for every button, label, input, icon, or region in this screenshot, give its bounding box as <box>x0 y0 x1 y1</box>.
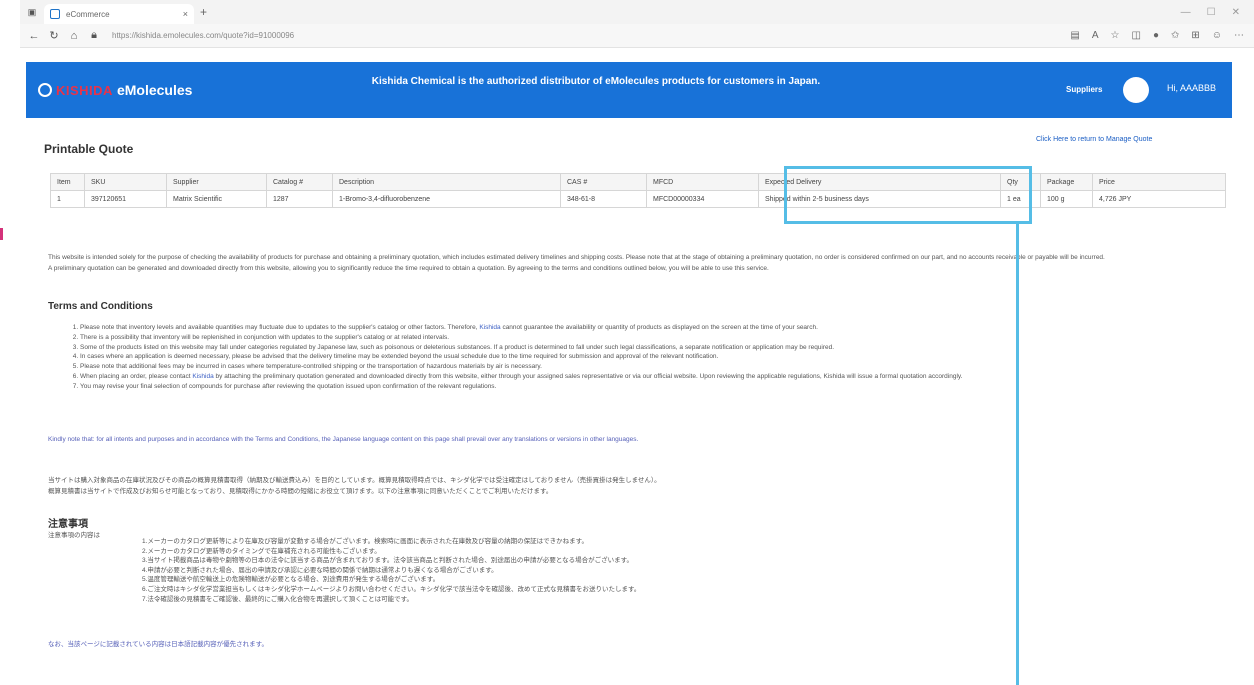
logo-brand: KISHIDA <box>56 82 113 98</box>
back-icon[interactable]: ← <box>26 30 42 42</box>
column-header-cas: CAS # <box>560 173 647 191</box>
lock-icon: 🔒︎ <box>91 29 97 41</box>
logo-product: eMolecules <box>116 82 193 98</box>
site-logo[interactable]: KISHIDA eMolecules <box>38 82 192 98</box>
tab-close-icon[interactable]: × <box>183 9 188 19</box>
column-header-sku: SKU <box>84 173 167 191</box>
favorites-icon[interactable]: ✩ <box>1171 30 1179 41</box>
profile-icon[interactable]: ☺ <box>1212 30 1222 41</box>
home-icon[interactable]: ⌂ <box>66 30 82 42</box>
close-window-icon[interactable]: ✕ <box>1232 7 1240 18</box>
japanese-terms-item: 4.申請が必要と判断された場合、届出の申請及び承認に必要な時間の関係で納期は通常… <box>142 566 498 574</box>
terms-item: In cases where an application is deemed … <box>80 352 1228 362</box>
japanese-terms-item: 5.温度管理輸送や航空輸送上の危険物輸送が必要となる場合、別途費用が発生する場合… <box>142 576 440 584</box>
address-bar: ← ↻ ⌂ 🔒︎ https://kishida.emolecules.com/… <box>20 24 1254 48</box>
intro-paragraph-2: A preliminary quotation can be generated… <box>48 265 769 272</box>
distributor-banner: Kishida Chemical is the authorized distr… <box>371 76 821 87</box>
terms-text: When placing an order, please contact <box>80 372 193 380</box>
cell-price: 4,726 JPY <box>1092 190 1226 208</box>
terms-list: Please note that inventory levels and av… <box>68 323 1228 392</box>
terms-heading: Terms and Conditions <box>48 301 153 312</box>
quote-table: Item SKU Supplier Catalog # Description … <box>50 173 1226 208</box>
column-header-supplier: Supplier <box>166 173 267 191</box>
highlight-box <box>784 166 1032 224</box>
terms-item: Some of the products listed on this webs… <box>80 343 1228 353</box>
left-edge-marker <box>0 228 3 240</box>
browser-toolbar: ▤ A ☆ ◫ ● ✩ ⊞ ☺ ⋯ <box>1070 30 1254 41</box>
window-controls: — ☐ ✕ <box>1181 7 1254 18</box>
japanese-terms-heading: 注意事項 <box>48 519 88 530</box>
column-header-mfcd: MFCD <box>646 173 759 191</box>
new-tab-button[interactable]: + <box>200 5 207 19</box>
tab-favicon-icon <box>50 9 60 19</box>
japanese-intro: 当サイトは購入対象商品の在庫状況及びその商品の概算見積書取得（納期及び輸送費込み… <box>48 475 1228 497</box>
cell-package: 100 g <box>1040 190 1093 208</box>
cell-description: 1-Bromo-3,4-difluorobenzene <box>332 190 561 208</box>
language-precedence-note: Kindly note that: for all intents and pu… <box>48 436 639 443</box>
table-row: 1 397120651 Matrix Scientific 1287 1-Bro… <box>50 190 1226 208</box>
table-header-row: Item SKU Supplier Catalog # Description … <box>50 173 1226 191</box>
minimize-icon[interactable]: — <box>1181 7 1191 18</box>
japanese-terms-item: 1.メーカーのカタログ更新等により在庫及び容量が変動する場合がございます。検索時… <box>142 538 588 545</box>
cell-sku: 397120651 <box>84 190 167 208</box>
japanese-intro-line-1: 当サイトは購入対象商品の在庫状況及びその商品の概算見積書取得（納期及び輸送費込み… <box>48 477 661 484</box>
cell-cas: 348-61-8 <box>560 190 647 208</box>
cell-item: 1 <box>50 190 85 208</box>
terms-item: You may revise your final selection of c… <box>80 382 1228 392</box>
japanese-terms-item: 2.メーカーのカタログ更新等のタイミングで在庫補充される可能性もございます。 <box>142 547 381 555</box>
tab-title: eCommerce <box>66 9 110 19</box>
tab-bar: ▣ eCommerce × + — ☐ ✕ <box>20 0 1254 24</box>
terms-item: When placing an order, please contact Ki… <box>80 372 1228 382</box>
highlight-pointer-line <box>1016 224 1019 685</box>
return-to-manage-quote-link[interactable]: Click Here to return to Manage Quote <box>1036 136 1152 143</box>
refresh-icon[interactable]: ↻ <box>46 29 62 42</box>
japanese-terms-item: 3.当サイト掲載商品は毒物や劇物等の日本の法令に該当する商品が含まれております。… <box>142 557 634 565</box>
column-header-description: Description <box>332 173 561 191</box>
url-field[interactable]: https://kishida.emolecules.com/quote?id=… <box>112 31 372 40</box>
terms-text: cannot guarantee the availability or qua… <box>500 324 818 331</box>
avatar[interactable] <box>1123 77 1149 103</box>
maximize-icon[interactable]: ☐ <box>1207 7 1216 18</box>
column-header-catalog: Catalog # <box>266 173 333 191</box>
intro-paragraph-1: This website is intended solely for the … <box>48 254 1105 261</box>
terms-item: Please note that inventory levels and av… <box>80 323 1228 333</box>
page-title: Printable Quote <box>44 142 134 156</box>
favorite-star-icon[interactable]: ☆ <box>1111 30 1120 41</box>
japanese-terms-item: 7.法令確認後の見積書をご確認後、最終的にご購入化合物を再選択して頂くことは可能… <box>142 595 413 603</box>
reader-icon[interactable]: ▤ <box>1070 30 1079 41</box>
split-screen-icon[interactable]: ◫ <box>1132 30 1141 41</box>
terms-item: Please note that additional fees may be … <box>80 362 1228 372</box>
intro-text: This website is intended solely for the … <box>48 252 1238 274</box>
japanese-intro-line-2: 概算見積書は当サイトで作成及びお知らせ可能となっており、見積取得にかかる時間の短… <box>48 488 553 495</box>
kishida-link[interactable]: Kishida <box>192 373 213 380</box>
more-menu-icon[interactable]: ⋯ <box>1234 30 1244 41</box>
terms-text: by attaching the preliminary quotation g… <box>213 372 963 380</box>
screen: ▣ eCommerce × + — ☐ ✕ ← ↻ ⌂ 🔒︎ https://k… <box>0 0 1254 685</box>
cell-mfcd: MFCD00000334 <box>646 190 759 208</box>
terms-item: There is a possibility that inventory wi… <box>80 333 1228 343</box>
japanese-terms-list: 1.メーカーのカタログ更新等により在庫及び容量が変動する場合がございます。検索時… <box>142 537 1232 604</box>
cell-supplier: Matrix Scientific <box>166 190 267 208</box>
kishida-link[interactable]: Kishida <box>479 324 500 331</box>
column-header-price: Price <box>1092 173 1226 191</box>
cell-catalog: 1287 <box>266 190 333 208</box>
read-aloud-icon[interactable]: A <box>1092 30 1099 41</box>
user-greeting[interactable]: Hi, AAABBB <box>1167 83 1216 93</box>
column-header-package: Package <box>1040 173 1093 191</box>
suppliers-link[interactable]: Suppliers <box>1066 85 1102 94</box>
left-edge <box>0 0 20 685</box>
browser-tab[interactable]: eCommerce × <box>44 4 194 24</box>
window-menu-icon[interactable]: ▣ <box>26 6 38 18</box>
extension-icon[interactable]: ● <box>1153 30 1159 41</box>
logo-mark-icon <box>38 83 52 97</box>
column-header-item: Item <box>50 173 85 191</box>
japanese-terms-subheading: 注意事項の内容は <box>48 532 100 539</box>
japanese-terms-item: 6.ご注文時はキシダ化学営業担当もしくはキシダ化学ホームページよりお問い合わせく… <box>142 585 641 593</box>
japanese-precedence-note: なお、当該ページに記載されている内容は日本語記載内容が優先されます。 <box>48 641 269 648</box>
site-header: KISHIDA eMolecules Kishida Chemical is t… <box>26 62 1232 118</box>
terms-text: Please note that inventory levels and av… <box>80 324 480 331</box>
collections-icon[interactable]: ⊞ <box>1191 30 1199 41</box>
